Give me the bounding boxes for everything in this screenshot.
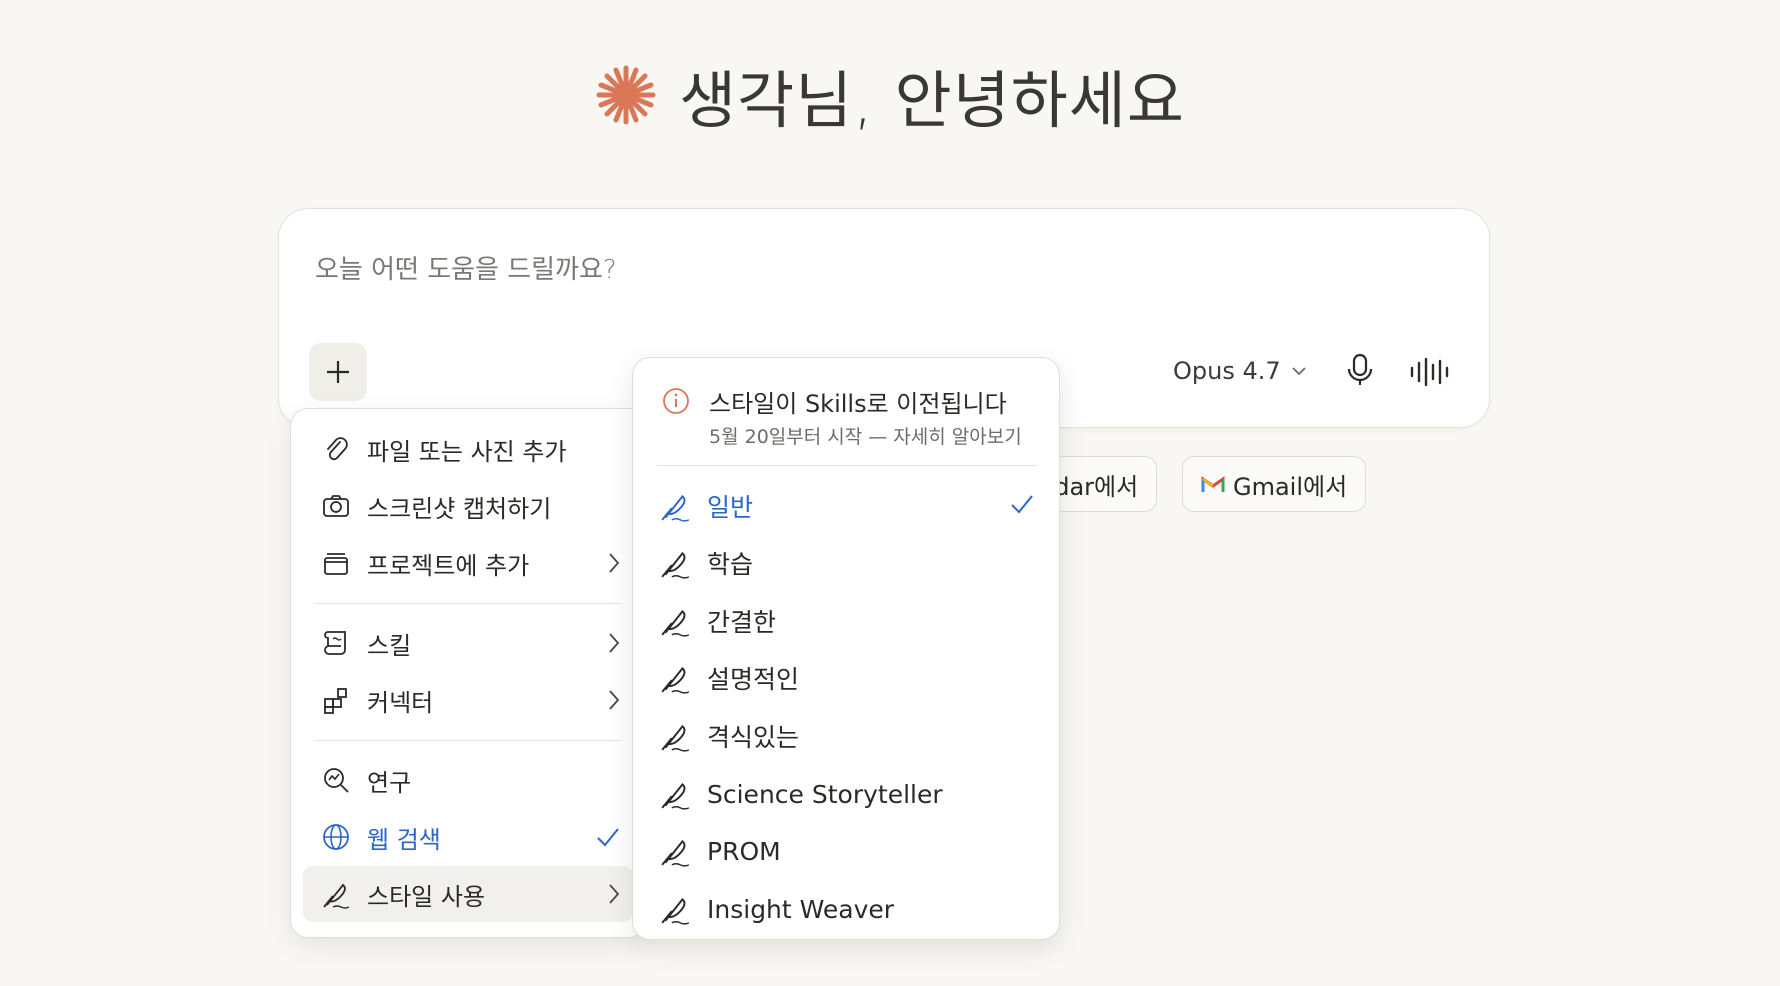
style-item-explanatory[interactable]: 설명적인 [659,652,1039,704]
research-icon [324,768,349,793]
info-icon [663,388,689,414]
style-item-normal[interactable]: 일반 [659,480,1039,532]
style-item-prom[interactable]: PROM [659,825,1039,877]
menu-divider [315,603,621,604]
chevron-right-icon [609,553,620,573]
voice-mode-icon[interactable] [1409,357,1451,387]
notice-title: 스타일이 Skills로 이전됩니다 [709,390,1007,418]
chevron-down-icon [1292,367,1306,376]
feather-icon [661,552,690,579]
greeting: 생각님, 안녕하세요 [0,50,1780,140]
menu-divider [315,740,621,741]
chevron-right-icon [609,690,620,710]
menu-item-label: 스크린샷 캡처하기 [367,494,552,523]
menu-item-screenshot[interactable]: 스크린샷 캡처하기 [303,478,633,534]
menu-item-use-style[interactable]: 스타일 사용 [303,866,633,922]
menu-item-connectors[interactable]: 커넥터 [303,672,633,728]
style-item-label: 격식있는 [707,723,800,752]
notice-subtitle[interactable]: 5월 20일부터 시작 — 자세히 알아보기 [709,422,1022,449]
menu-item-label: 스킬 [367,631,412,660]
claude-logo-icon [596,65,656,125]
menu-item-research[interactable]: 연구 [303,752,633,808]
menu-item-label: 파일 또는 사진 추가 [367,437,567,466]
style-item-label: 설명적인 [707,665,800,694]
chevron-right-icon [609,633,620,653]
paperclip-icon [327,437,348,461]
check-icon [597,828,619,847]
menu-item-label: 웹 검색 [367,825,441,854]
gmail-chip-label: Gmail에서 [1233,472,1348,501]
menu-item-label: 커넥터 [367,688,434,717]
style-item-insight-weaver[interactable]: Insight Weaver [659,883,1039,935]
feather-icon [661,783,690,810]
menu-item-label: 프로젝트에 추가 [367,551,530,580]
menu-item-web-search[interactable]: 웹 검색 [303,809,633,865]
style-item-learning[interactable]: 학습 [659,537,1039,589]
feather-icon [661,495,690,522]
check-icon [1011,495,1033,514]
menu-item-add-to-project[interactable]: 프로젝트에 추가 [303,535,633,591]
greeting-title: 생각님, 안녕하세요 [679,64,1185,137]
globe-icon [323,824,349,850]
style-item-science-storyteller[interactable]: Science Storyteller [659,768,1039,820]
feather-icon [661,840,690,867]
feather-icon [323,883,350,909]
plus-icon [327,361,349,383]
style-item-concise[interactable]: 간결한 [659,595,1039,647]
menu-item-label: 연구 [367,768,412,797]
menu-divider [657,465,1037,466]
prompt-input[interactable]: 오늘 어떤 도움을 드릴까요? [315,249,617,286]
menu-item-skills[interactable]: 스킬 [303,615,633,671]
menu-item-add-file[interactable]: 파일 또는 사진 추가 [303,421,633,477]
style-item-label: Insight Weaver [707,894,895,924]
project-icon [324,553,348,575]
menu-item-label: 스타일 사용 [367,882,486,911]
style-item-label: PROM [707,836,781,866]
gmail-icon [1201,476,1225,492]
camera-icon [323,495,349,517]
style-item-label: Science Storyteller [707,779,943,809]
style-item-label: 일반 [707,493,754,522]
model-selector[interactable]: Opus 4.7 [1173,357,1307,385]
model-label: Opus 4.7 [1173,357,1281,385]
feather-icon [661,610,690,637]
scroll-icon [324,631,346,655]
style-submenu: 스타일이 Skills로 이전됩니다 5월 20일부터 시작 — 자세히 알아보… [632,357,1060,940]
connector-icon [324,688,347,714]
style-item-label: 간결한 [707,608,777,637]
gmail-chip[interactable]: Gmail에서 [1182,456,1367,512]
feather-icon [661,725,690,752]
microphone-icon[interactable] [1345,353,1375,387]
chevron-right-icon [609,884,620,904]
feather-icon [661,667,690,694]
feather-icon [661,898,690,925]
style-item-label: 학습 [707,550,754,579]
style-item-formal[interactable]: 격식있는 [659,710,1039,762]
attach-menu: 파일 또는 사진 추가 스크린샷 캡처하기 프로젝트에 추가 스킬 커넥터 연구… [290,408,646,938]
add-content-button[interactable] [309,343,367,401]
